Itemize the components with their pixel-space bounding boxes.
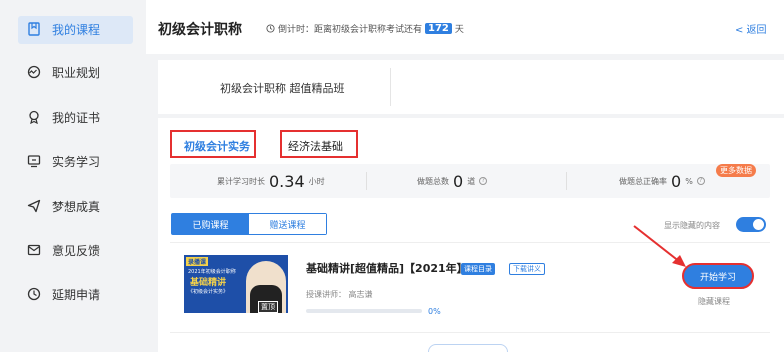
sidebar-item-label: 梦想成真 xyxy=(52,200,101,214)
sidebar-item-label: 职业规划 xyxy=(52,66,101,80)
stat-unit: 小时 xyxy=(308,176,325,186)
header: 初级会计职称 倒计时：距离初级会计职称考试还有 172 天 < 返回 xyxy=(146,0,784,54)
sidebar-item-label: 实务学习 xyxy=(52,155,101,169)
start-learning-button[interactable]: 开始学习 xyxy=(682,263,754,289)
course-type-switch: 已购课程 赠送课程 xyxy=(171,213,327,235)
tab-economic-law[interactable]: 经济法基础 xyxy=(280,130,358,158)
accuracy-stat: 做题总正确率 0 % ? xyxy=(619,164,705,198)
course-thumbnail[interactable]: 录播课 2021年初级会计职称 基础精讲 《初级会计实务》 置顶 xyxy=(184,255,288,313)
mail-icon xyxy=(27,244,41,256)
show-hidden-toggle[interactable] xyxy=(736,217,766,232)
stat-unit: 道 xyxy=(467,176,476,186)
catalog-button[interactable]: 课程目录 xyxy=(461,263,495,275)
divider xyxy=(390,68,391,106)
course-title[interactable]: 基础精讲[超值精品]【2021年】 xyxy=(306,260,468,276)
course-content: 初级会计实务 经济法基础 累计学习时长 0.34 小时 做题总数 0 道 ? 做… xyxy=(158,118,784,352)
help-icon[interactable]: ? xyxy=(479,177,488,185)
send-icon xyxy=(27,199,41,213)
stat-label: 累计学习时长 xyxy=(217,176,265,186)
teacher-label: 授课讲师： xyxy=(306,290,346,299)
sidebar-item-certificates[interactable]: 我的证书 xyxy=(18,104,133,132)
class-name[interactable]: 初级会计职称 超值精品班 xyxy=(220,80,345,96)
tab-label: 经济法基础 xyxy=(288,140,343,153)
divider xyxy=(170,242,770,243)
exam-countdown: 倒计时：距离初级会计职称考试还有 172 天 xyxy=(266,22,464,35)
bookmark-icon xyxy=(28,22,40,36)
progress-text: 0% xyxy=(428,307,441,316)
show-hidden-label: 显示隐藏的内容 xyxy=(664,221,720,230)
sidebar-item-label: 延期申请 xyxy=(52,288,101,302)
stat-value: 0 xyxy=(671,171,682,191)
pinned-badge: 置顶 xyxy=(258,301,278,313)
purchased-courses-tab[interactable]: 已购课程 xyxy=(172,214,249,234)
tab-accounting-practice[interactable]: 初级会计实务 xyxy=(170,130,256,171)
study-time-stat: 累计学习时长 0.34 小时 xyxy=(217,164,325,198)
sidebar-item-dreams[interactable]: 梦想成真 xyxy=(18,193,133,221)
questions-stat: 做题总数 0 道 ? xyxy=(417,164,488,198)
more-data-badge[interactable]: 更多数据 xyxy=(716,164,756,177)
load-more-button[interactable] xyxy=(428,344,508,352)
countdown-suffix: 天 xyxy=(454,25,464,35)
teacher-name: 高志谦 xyxy=(348,290,373,299)
divider xyxy=(170,332,770,333)
stat-value: 0 xyxy=(453,171,464,191)
sidebar-item-label: 我的证书 xyxy=(52,111,101,125)
teacher-info: 授课讲师： 高志谦 xyxy=(306,289,373,300)
monitor-icon xyxy=(27,155,41,168)
class-panel: 初级会计职称 超值精品班 xyxy=(158,60,784,114)
stat-label: 做题总正确率 xyxy=(619,176,667,186)
tab-label: 初级会计实务 xyxy=(184,140,250,153)
hide-course-link[interactable]: 隐藏课程 xyxy=(698,296,730,307)
sidebar-item-extension[interactable]: 延期申请 xyxy=(18,281,133,309)
stat-label: 做题总数 xyxy=(417,176,449,186)
certificate-icon xyxy=(29,110,39,124)
thumb-tag: 录播课 xyxy=(186,257,209,266)
main-area: 初级会计职称 倒计时：距离初级会计职称考试还有 172 天 < 返回 初级会计职… xyxy=(146,0,784,352)
countdown-days: 172 xyxy=(425,23,452,34)
clock-icon xyxy=(266,24,275,33)
divider xyxy=(566,172,567,190)
divider xyxy=(366,172,367,190)
thumb-line: 《初级会计实务》 xyxy=(188,289,229,295)
page-title: 初级会计职称 xyxy=(158,22,242,38)
sidebar-item-career-plan[interactable]: 职业规划 xyxy=(18,59,133,87)
countdown-prefix: 倒计时：距离初级会计职称考试还有 xyxy=(278,25,423,35)
dashboard-icon xyxy=(27,65,41,79)
stat-unit: % xyxy=(685,176,693,186)
help-icon[interactable]: ? xyxy=(696,177,705,185)
sidebar: 我的课程 职业规划 我的证书 实务学习 梦想成真 意见反馈 延期申请 xyxy=(0,0,146,352)
thumb-line: 基础精讲 xyxy=(190,278,227,288)
thumb-line: 2021年初级会计职称 xyxy=(188,269,236,275)
stat-value: 0.34 xyxy=(269,171,305,191)
sidebar-item-practice[interactable]: 实务学习 xyxy=(18,148,133,176)
clock-icon xyxy=(27,287,41,301)
stats-bar: 累计学习时长 0.34 小时 做题总数 0 道 ? 做题总正确率 0 % ? xyxy=(170,164,770,198)
download-notes-button[interactable]: 下载讲义 xyxy=(509,263,545,275)
sidebar-item-my-courses[interactable]: 我的课程 xyxy=(18,16,133,44)
back-link[interactable]: < 返回 xyxy=(735,21,767,36)
gifted-courses-tab[interactable]: 赠送课程 xyxy=(249,214,326,234)
sidebar-item-feedback[interactable]: 意见反馈 xyxy=(18,237,133,265)
sidebar-item-label: 我的课程 xyxy=(52,23,101,37)
progress-bar xyxy=(306,309,422,313)
sidebar-item-label: 意见反馈 xyxy=(52,244,101,258)
